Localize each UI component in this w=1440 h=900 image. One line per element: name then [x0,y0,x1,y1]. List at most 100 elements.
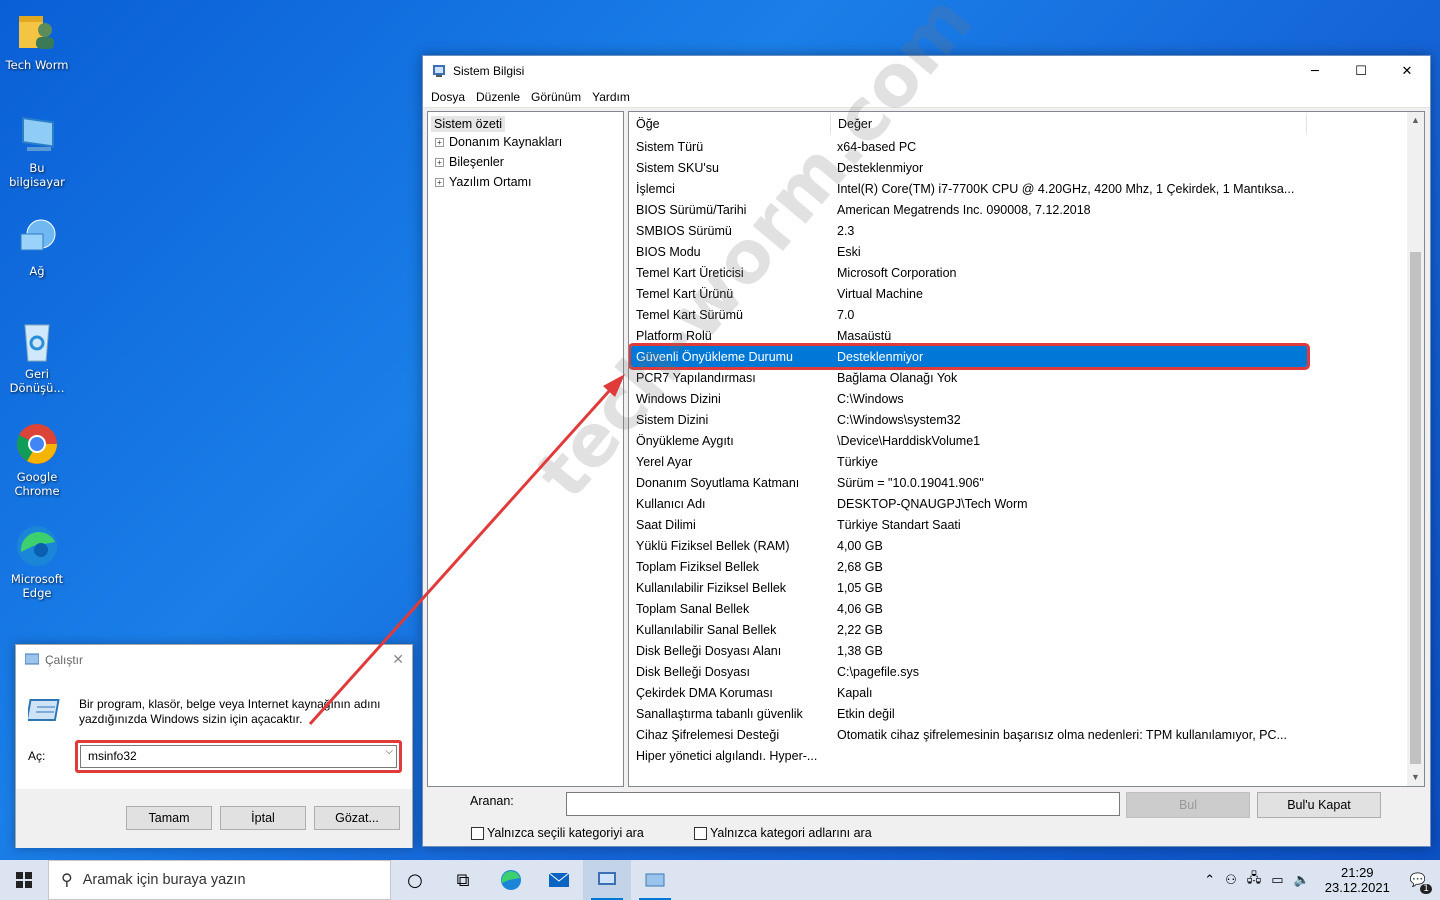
table-row[interactable]: İşlemci Intel(R) Core(TM) i7-7700K CPU @ … [631,178,1307,199]
scroll-up-icon[interactable]: ▲ [1407,112,1424,129]
table-row[interactable]: Kullanıcı Adı DESKTOP-QNAUGPJ\Tech Worm [631,493,1307,514]
scroll-down-icon[interactable]: ▼ [1407,769,1424,786]
cell-value: 4,00 GB [837,538,883,553]
run-close-icon[interactable]: ✕ [392,651,404,668]
cell-value: Türkiye Standart Saati [837,517,961,532]
cortana-icon[interactable]: ○ [391,860,439,900]
start-button[interactable] [0,860,48,900]
menu-edit[interactable]: Düzenle [472,90,527,104]
msinfo-taskbar-icon[interactable] [583,860,631,900]
notification-center-icon[interactable]: 💬 1 [1400,873,1440,894]
open-combobox[interactable]: msinfo32 ⌵ [75,740,402,773]
chevron-up-icon[interactable]: ⌃ [1199,873,1220,888]
table-row[interactable]: Saat Dilimi Türkiye Standart Saati [631,514,1307,535]
cell-value: Otomatik cihaz şifrelemesinin başarısız … [837,727,1287,742]
monitor-alert-icon[interactable]: ▭ [1266,873,1288,888]
clock[interactable]: 21:29 23.12.2021 [1315,865,1400,895]
chevron-down-icon[interactable]: ⌵ [385,746,393,757]
run-title-bar[interactable]: Çalıştır [16,645,412,675]
edge-taskbar-icon[interactable] [487,860,535,900]
table-row[interactable]: Temel Kart Ürünü Virtual Machine [631,283,1307,304]
table-row[interactable]: Sistem Türü x64-based PC [631,136,1307,157]
table-row[interactable]: Cihaz Şifrelemesi Desteği Otomatik cihaz … [631,724,1307,745]
scroll-thumb[interactable] [1410,252,1421,764]
expand-icon[interactable]: + [435,137,444,147]
table-row[interactable]: PCR7 Yapılandırması Bağlama Olanağı Yok [631,367,1307,388]
ok-button[interactable]: Tamam [126,806,212,830]
table-row[interactable]: BIOS Sürümü/Tarihi American Megatrends In… [631,199,1307,220]
cancel-button[interactable]: İptal [220,806,306,830]
windows-logo-icon [16,872,32,888]
run-footer: Tamam İptal Gözat... [16,789,412,848]
desktop-icon-edge[interactable]: Microsoft Edge [4,524,70,600]
table-row[interactable]: Sanallaştırma tabanlı güvenlik Etkin deği… [631,703,1307,724]
maximize-button[interactable]: ☐ [1338,56,1384,86]
tree-item-software-environment[interactable]: + Yazılım Ortamı [431,172,620,192]
volume-muted-icon[interactable]: 🔈 [1289,873,1315,888]
table-row[interactable]: Hiper yönetici algılandı. Hyper-... [631,745,1307,766]
only-names-checkbox[interactable]: Yalnızca kategori adlarını ara [694,826,872,840]
table-row[interactable]: Güvenli Önyükleme Durumu Desteklenmiyor [629,343,1310,370]
table-row[interactable]: Yerel Ayar Türkiye [631,451,1307,472]
run-taskbar-icon[interactable] [631,860,679,900]
table-row[interactable]: Temel Kart Üreticisi Microsoft Corporatio… [631,262,1307,283]
table-row[interactable]: Disk Belleği Dosyası Alanı 1,38 GB [631,640,1307,661]
taskbar-search[interactable]: ⚲ Aramak için buraya yazın [48,860,391,900]
desktop-icon-recycle[interactable]: Geri Dönüşü... [4,319,70,395]
table-row[interactable]: BIOS Modu Eski [631,241,1307,262]
close-button[interactable]: ✕ [1384,56,1430,86]
tree-item-system-summary[interactable]: Sistem özeti [431,116,506,132]
column-header-item[interactable]: Öğe [629,112,831,135]
cell-value: C:\Windows [837,391,904,406]
cell-item: PCR7 Yapılandırması [636,370,756,385]
task-view-icon[interactable]: ⧉ [439,860,487,900]
desktop-icon-computer[interactable]: Bu bilgisayar [4,113,70,189]
desktop-icon-network[interactable]: Ağ [4,216,70,278]
find-button[interactable]: Bul [1126,792,1250,818]
table-row[interactable]: Sistem Dizini C:\Windows\system32 [631,409,1307,430]
table-row[interactable]: Toplam Fiziksel Bellek 2,68 GB [631,556,1307,577]
meet-now-icon[interactable]: ⚇ [1220,873,1242,888]
table-row[interactable]: Windows Dizini C:\Windows [631,388,1307,409]
table-row[interactable]: Kullanılabilir Fiziksel Bellek 1,05 GB [631,577,1307,598]
minimize-button[interactable]: ─ [1292,56,1338,86]
table-row[interactable]: Toplam Sanal Bellek 4,06 GB [631,598,1307,619]
table-row[interactable]: Önyükleme Aygıtı \Device\HarddiskVolume1 [631,430,1307,451]
cell-item: Donanım Soyutlama Katmanı [636,475,800,490]
find-input[interactable] [566,792,1120,816]
mail-icon[interactable] [535,860,583,900]
menu-view[interactable]: Görünüm [527,90,588,104]
checkbox-box[interactable] [694,826,707,840]
column-header-value[interactable]: Değer [831,112,1307,135]
search-icon: ⚲ [61,872,73,889]
details-list: Öğe Değer Sistem Türü x64-based PC Sistem … [628,111,1425,787]
title-bar[interactable]: Sistem Bilgisi ─ ☐ ✕ [423,56,1430,86]
tree-item-hardware-resources[interactable]: + Donanım Kaynakları [431,132,620,152]
menu-help[interactable]: Yardım [588,90,637,104]
table-row[interactable]: Temel Kart Sürümü 7.0 [631,304,1307,325]
browse-button[interactable]: Gözat... [314,806,400,830]
table-row[interactable]: Platform Rolü Masaüstü [631,325,1307,346]
open-input[interactable]: msinfo32 [80,745,397,768]
table-row[interactable]: Kullanılabilir Sanal Bellek 2,22 GB [631,619,1307,640]
vertical-scrollbar[interactable]: ▲ ▼ [1407,112,1424,786]
expand-icon[interactable]: + [435,157,444,167]
network-icon [15,216,59,260]
table-row[interactable]: SMBIOS Sürümü 2.3 [631,220,1307,241]
expand-icon[interactable]: + [435,177,444,187]
table-row[interactable]: Yüklü Fiziksel Bellek (RAM) 4,00 GB [631,535,1307,556]
only-selected-checkbox[interactable]: Yalnızca seçili kategoriyi ara [471,826,644,840]
checkbox-box[interactable] [471,826,484,840]
close-find-button[interactable]: Bul'u Kapat [1257,792,1381,818]
run-app-icon [24,653,40,668]
table-row[interactable]: Disk Belleği Dosyası C:\pagefile.sys [631,661,1307,682]
table-row[interactable]: Çekirdek DMA Koruması Kapalı [631,682,1307,703]
network-tray-icon[interactable]: 🖧 [1242,869,1267,891]
table-row[interactable]: Sistem SKU'su Desteklenmiyor [631,157,1307,178]
tree-item-components[interactable]: + Bileşenler [431,152,620,172]
cell-value: Desteklenmiyor [837,160,924,175]
desktop-icon-user[interactable]: Tech Worm [4,10,70,72]
desktop-icon-chrome[interactable]: Google Chrome [4,422,70,498]
menu-file[interactable]: Dosya [427,90,472,104]
table-row[interactable]: Donanım Soyutlama Katmanı Sürüm = "10.0.1… [631,472,1307,493]
